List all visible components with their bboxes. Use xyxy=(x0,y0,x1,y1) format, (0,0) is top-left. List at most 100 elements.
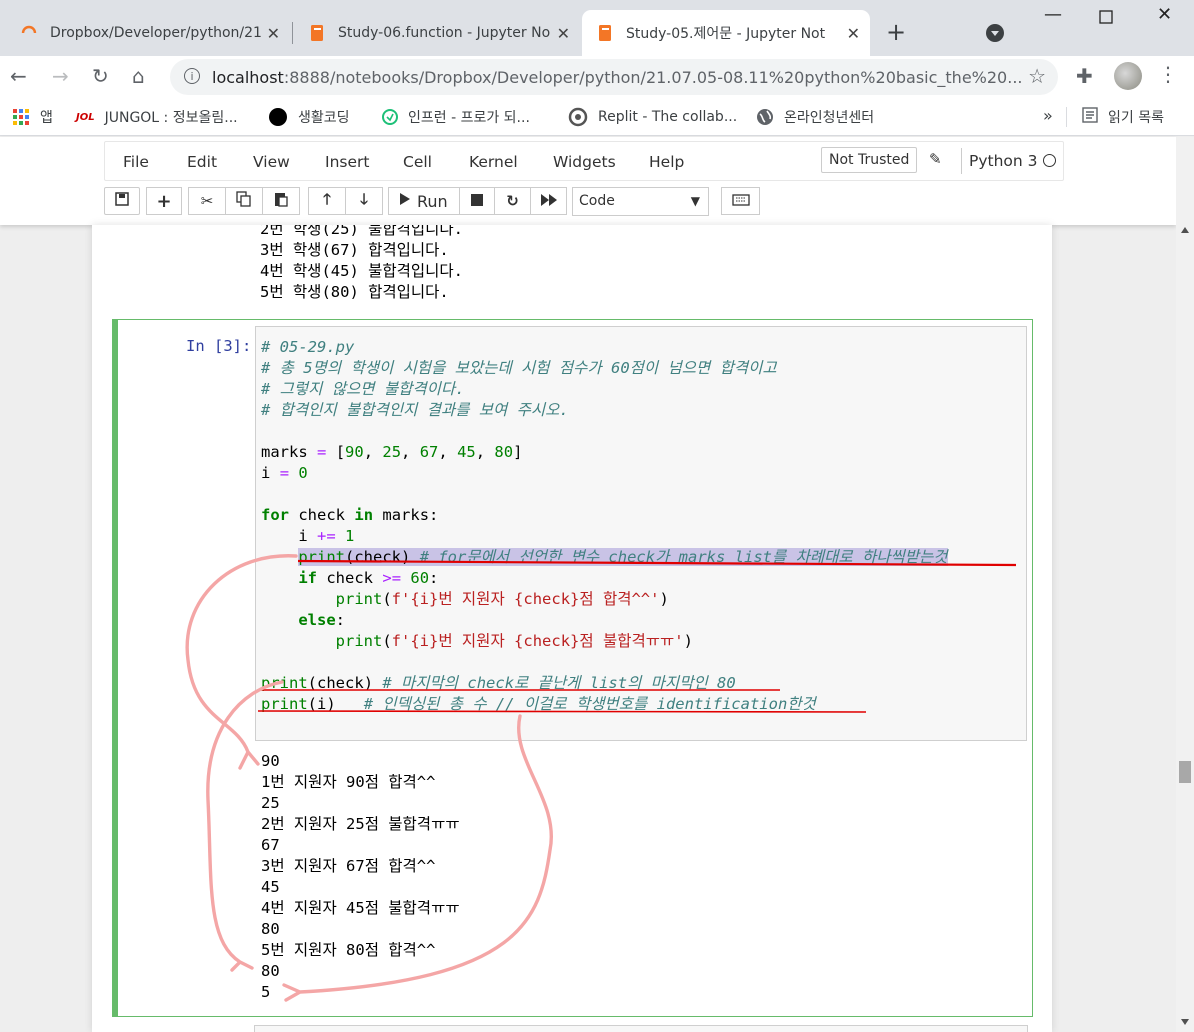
bookmark-opentutorials[interactable]: 생활코딩 xyxy=(268,107,350,127)
kernel-status-idle-icon xyxy=(1043,154,1056,167)
menu-insert[interactable]: Insert xyxy=(325,153,369,171)
jupyter-header: File Edit View Insert Cell Kernel Widget… xyxy=(0,137,1176,225)
menu-widgets[interactable]: Widgets xyxy=(553,153,616,171)
restart-run-all-button[interactable] xyxy=(530,187,567,215)
scrollbar-thumb[interactable] xyxy=(1179,761,1191,783)
tab-study05-active[interactable]: Study-05.제어문 - Jupyter Not ✕ xyxy=(582,10,870,56)
menu-file[interactable]: File xyxy=(123,153,149,171)
maximize-icon[interactable] xyxy=(1099,8,1113,29)
bookmarks-overflow-button[interactable]: » xyxy=(1043,106,1053,125)
menu-cell[interactable]: Cell xyxy=(403,153,432,171)
notebook-container: 2번 학생(25) 불합격입니다. 3번 학생(67) 합격입니다. 4번 학생… xyxy=(92,225,1052,1032)
forward-arrow-icon[interactable]: → xyxy=(52,64,69,88)
output-line: 67 xyxy=(261,836,280,854)
notebook-icon xyxy=(308,24,326,42)
next-cell-edge[interactable] xyxy=(254,1025,1028,1032)
reading-list-label: 읽기 목록 xyxy=(1108,110,1164,126)
code-comment: # 05-29.py xyxy=(261,338,355,356)
command-palette-button[interactable] xyxy=(721,187,760,215)
reading-list-button[interactable]: 읽기 목록 xyxy=(1082,107,1164,127)
run-button[interactable]: Run xyxy=(388,187,460,215)
bookmark-apps[interactable]: 앱 xyxy=(12,107,53,127)
bookmark-youth-center[interactable]: 온라인청년센터 xyxy=(756,107,874,127)
save-disk-icon xyxy=(115,192,129,210)
output-line: 1번 지원자 90점 합격^^ xyxy=(261,773,436,791)
paste-button[interactable] xyxy=(262,187,300,215)
menu-help[interactable]: Help xyxy=(649,153,684,171)
tab-close-icon[interactable]: ✕ xyxy=(557,24,570,43)
window-close-icon[interactable]: ✕ xyxy=(1157,4,1172,25)
extensions-puzzle-icon[interactable]: ✚ xyxy=(1076,64,1093,88)
tab-title: Study-06.function - Jupyter No xyxy=(338,25,551,41)
browser-toolbar: ← → ↻ ⌂ i localhost:8888/notebooks/Dropb… xyxy=(0,56,1194,98)
minimize-icon[interactable]: — xyxy=(1044,4,1062,25)
code-cell-selected[interactable]: In [3]: # 05-29.py # 총 5명의 학생이 시험을 보았는데 … xyxy=(112,319,1033,1017)
copy-button[interactable] xyxy=(225,187,263,215)
bookmark-jungol[interactable]: JOL JUNGOL : 정보올림... xyxy=(76,107,238,127)
tab-close-icon[interactable]: ✕ xyxy=(267,24,280,43)
address-bar[interactable]: i localhost:8888/notebooks/Dropbox/Devel… xyxy=(170,59,1058,95)
restart-button[interactable]: ↻ xyxy=(494,187,531,215)
profile-avatar[interactable] xyxy=(1114,62,1142,90)
edit-pencil-icon[interactable]: ✎ xyxy=(929,150,942,168)
notebook-icon xyxy=(596,24,614,42)
bookmark-label: Replit - The collab... xyxy=(598,109,738,125)
back-arrow-icon[interactable]: ← xyxy=(10,64,27,88)
jungol-icon: JOL xyxy=(76,111,95,123)
output-line: 2번 지원자 25점 불합격ㅠㅠ xyxy=(261,815,460,833)
code-line-print-pass: print(f'{i}번 지원자 {check}점 합격^^') xyxy=(335,590,669,608)
reload-icon[interactable]: ↻ xyxy=(92,64,109,88)
browser-tab-strip: Dropbox/Developer/python/21 ✕ Study-06.f… xyxy=(0,0,1194,56)
arrow-down-icon: 🡓 xyxy=(360,189,368,208)
inflearn-icon xyxy=(382,109,398,125)
tab-close-icon[interactable]: ✕ xyxy=(847,24,860,43)
code-line-print-check-highlighted: print(check) # for문에서 선언한 변수 check가 mark… xyxy=(298,548,948,566)
tab-search-icon[interactable] xyxy=(986,24,1004,42)
code-line-if: if check >= 60: xyxy=(298,569,439,587)
home-icon[interactable]: ⌂ xyxy=(132,64,145,88)
tab-study06[interactable]: Study-06.function - Jupyter No ✕ xyxy=(294,10,580,56)
cut-button[interactable]: ✂ xyxy=(188,187,226,215)
site-info-icon[interactable]: i xyxy=(184,68,200,84)
menu-kernel[interactable]: Kernel xyxy=(469,153,518,171)
tab-title: Dropbox/Developer/python/21 xyxy=(50,25,262,41)
code-line-print-check-last: print(check) # 마지막의 check로 끝난게 list의 마지막… xyxy=(261,674,736,692)
not-trusted-button[interactable]: Not Trusted xyxy=(821,147,918,173)
tab-dropbox[interactable]: Dropbox/Developer/python/21 ✕ xyxy=(6,10,290,56)
input-prompt: In [3]: xyxy=(186,337,252,355)
output-line: 4번 지원자 45점 불합격ㅠㅠ xyxy=(261,899,460,917)
menu-edit[interactable]: Edit xyxy=(187,153,217,171)
bookmark-inflearn[interactable]: 인프런 - 프로가 되... xyxy=(382,107,530,127)
menu-view[interactable]: View xyxy=(253,153,290,171)
save-button[interactable] xyxy=(104,187,140,215)
output-line: 45 xyxy=(261,878,280,896)
code-editor[interactable]: # 05-29.py # 총 5명의 학생이 시험을 보았는데 시험 점수가 6… xyxy=(255,326,1027,741)
move-up-button[interactable]: 🡑 xyxy=(308,187,346,215)
bookmarks-divider xyxy=(1066,107,1067,127)
more-menu-icon[interactable]: ⋮ xyxy=(1158,62,1178,86)
play-icon xyxy=(399,192,411,210)
interrupt-button[interactable] xyxy=(459,187,495,215)
bookmark-label: 인프런 - 프로가 되... xyxy=(408,110,530,126)
cell-type-value: Code xyxy=(579,193,615,209)
output-line: 25 xyxy=(261,794,280,812)
output-line: 5번 지원자 80점 합격^^ xyxy=(261,941,436,959)
page-scrollbar[interactable] xyxy=(1176,137,1194,1032)
move-down-button[interactable]: 🡓 xyxy=(345,187,383,215)
new-tab-plus-icon[interactable]: + xyxy=(886,18,906,46)
bookmark-replit[interactable]: Replit - The collab... xyxy=(568,107,737,127)
kernel-name[interactable]: Python 3 xyxy=(961,148,1038,174)
code-line-else: else: xyxy=(298,611,345,629)
replit-icon xyxy=(568,107,588,127)
bookmark-star-icon[interactable]: ☆ xyxy=(1028,64,1046,88)
insert-cell-button[interactable]: + xyxy=(146,187,182,215)
bookmarks-bar: 앱 JOL JUNGOL : 정보올림... 생활코딩 인프런 - 프로가 되.… xyxy=(0,98,1194,136)
bookmark-label: 앱 xyxy=(40,110,53,126)
output-line: 5번 학생(80) 합격입니다. xyxy=(260,283,449,301)
globe-icon xyxy=(756,108,774,126)
scroll-up-arrow-icon[interactable] xyxy=(1181,227,1189,233)
chevron-down-icon: ▼ xyxy=(690,194,700,208)
url-text[interactable]: localhost:8888/notebooks/Dropbox/Develop… xyxy=(212,68,1022,87)
cell-type-select[interactable]: Code ▼ xyxy=(572,187,709,216)
scroll-down-arrow-icon[interactable] xyxy=(1181,1019,1189,1025)
